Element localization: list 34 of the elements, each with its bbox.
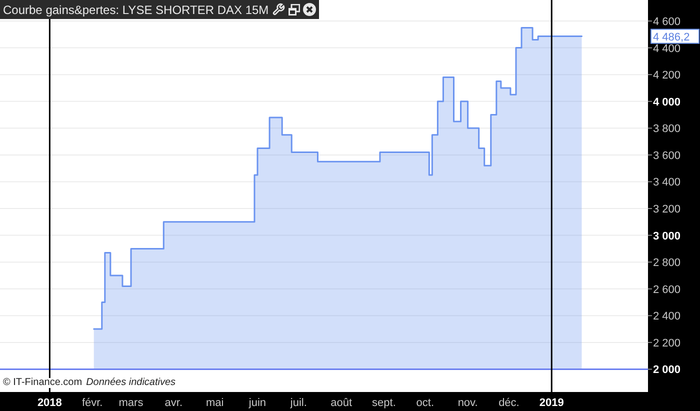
- current-value-label: 4 486,2: [650, 28, 700, 44]
- axis-label: sept.: [372, 397, 396, 409]
- window-title: Courbe gains&pertes: LYSE SHORTER DAX 15M: [3, 4, 269, 16]
- axis-label: 3 800: [653, 123, 681, 136]
- axis-label: 2 000: [653, 364, 681, 376]
- axis-label: oct.: [416, 397, 434, 409]
- axis-label: 2 800: [653, 257, 681, 270]
- credit-text: © IT-Finance.com: [3, 378, 82, 388]
- axis-label: nov.: [458, 397, 478, 409]
- axis-label: août: [330, 397, 352, 409]
- axis-label: avr.: [164, 397, 183, 409]
- axis-label: juil.: [290, 397, 307, 409]
- axis-label: 3 600: [653, 150, 681, 162]
- axis-label: 3 400: [653, 176, 681, 189]
- disclaimer-text: Données indicatives: [86, 378, 176, 388]
- axis-label: 2 400: [653, 310, 681, 323]
- axis-label: 4 200: [653, 70, 681, 82]
- axis-label: 2 200: [653, 337, 681, 350]
- close-icon[interactable]: [302, 3, 316, 16]
- axis-label: déc.: [498, 397, 520, 409]
- axis-label: 2018: [37, 397, 62, 409]
- wrench-icon[interactable]: [272, 3, 285, 16]
- axis-label: 2 600: [653, 284, 681, 296]
- restore-window-icon[interactable]: [288, 4, 300, 16]
- axis-label: 4 400: [653, 42, 681, 55]
- axis-label: 3 200: [653, 204, 681, 216]
- axis-label: févr.: [82, 397, 103, 409]
- axis-label: 4 600: [653, 16, 681, 28]
- axis-label: mars: [118, 397, 144, 409]
- axis-label: mai: [206, 397, 224, 409]
- axis-label: 3 000: [653, 230, 681, 242]
- axis-label: 2019: [539, 397, 564, 409]
- axis-label: juin: [248, 397, 266, 409]
- axis-label: 4 000: [653, 96, 681, 108]
